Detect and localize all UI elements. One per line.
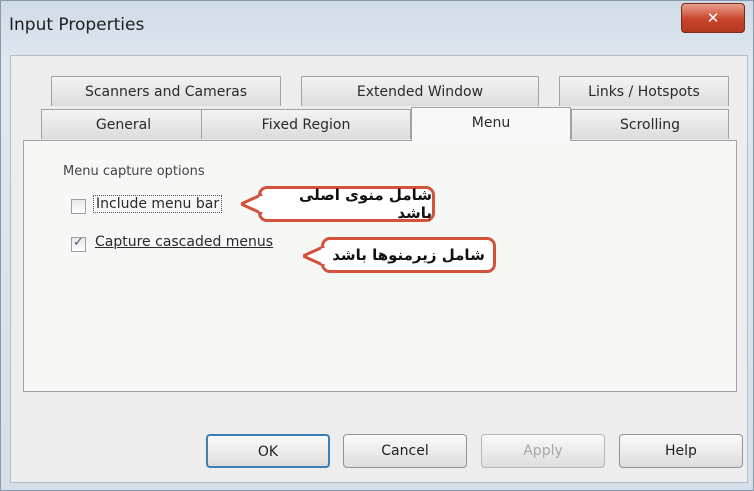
tab-menu[interactable]: Menu (411, 107, 571, 141)
tab-links-hotspots[interactable]: Links / Hotspots (559, 76, 729, 106)
capture-cascaded-menus-label[interactable]: Capture cascaded menus (95, 234, 273, 250)
tab-scrolling[interactable]: Scrolling (571, 109, 729, 139)
include-menu-bar-text: Include menu bar (93, 195, 223, 213)
tab-label: Links / Hotspots (588, 84, 700, 100)
apply-button[interactable]: Apply (481, 434, 605, 468)
title-bar: Input Properties ✕ (1, 1, 753, 59)
callout-pointer (241, 193, 263, 215)
check-icon: ✓ (73, 235, 84, 250)
tab-scanners-and-cameras[interactable]: Scanners and Cameras (51, 76, 281, 106)
include-menu-bar-label[interactable]: Include menu bar (93, 195, 223, 213)
include-menu-bar-checkbox[interactable] (71, 199, 86, 214)
close-button[interactable]: ✕ (681, 3, 745, 33)
window-title: Input Properties (9, 15, 145, 35)
input-properties-dialog: Input Properties ✕ Scanners and Cameras … (0, 0, 754, 491)
menu-capture-group-label: Menu capture options (63, 164, 205, 179)
tab-label: Extended Window (356, 84, 484, 100)
help-button[interactable]: Help (619, 434, 743, 468)
close-icon: ✕ (706, 9, 720, 27)
tab-label: Fixed Region (261, 117, 351, 133)
tab-fixed-region[interactable]: Fixed Region (201, 109, 411, 139)
cancel-button[interactable]: Cancel (343, 434, 467, 468)
capture-cascaded-menus-checkbox[interactable]: ✓ (71, 235, 86, 252)
callout-pointer (303, 245, 325, 267)
tab-extended-window[interactable]: Extended Window (301, 76, 539, 106)
tab-general[interactable]: General (41, 109, 206, 139)
annotation-callout-submenus: شامل زیرمنوها باشد (321, 237, 496, 273)
annotation-callout-main-menu: شامل منوی اصلی باشد (258, 186, 435, 222)
tab-label: General (95, 117, 152, 133)
annotation-text: شامل زیرمنوها باشد (332, 246, 485, 264)
tab-label: Scrolling (619, 117, 681, 133)
tab-label: Scanners and Cameras (84, 84, 248, 100)
ok-button[interactable]: OK (206, 434, 330, 468)
tab-label: Menu (471, 115, 511, 131)
annotation-text: شامل منوی اصلی باشد (298, 186, 432, 222)
